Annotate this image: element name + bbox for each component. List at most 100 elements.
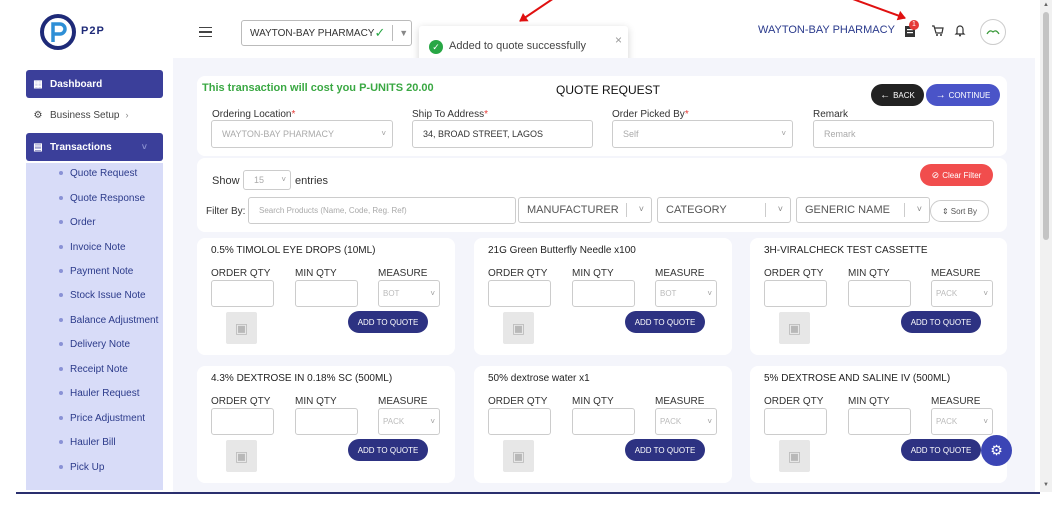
- submenu-item-price-adjustment[interactable]: Price Adjustment: [26, 408, 163, 428]
- bullet-icon: [59, 416, 63, 420]
- product-name: 50% dextrose water x1: [488, 373, 590, 384]
- min-qty-label: MIN QTY: [848, 396, 890, 407]
- sort-by-button[interactable]: ⇕ Sort By: [930, 200, 989, 222]
- submenu-item-delivery-note[interactable]: Delivery Note: [26, 334, 163, 354]
- order-qty-input[interactable]: [488, 408, 551, 435]
- submenu-item-order[interactable]: Order: [26, 212, 163, 232]
- chevron-down-icon: ˅: [430, 417, 435, 426]
- submenu-item-pick-up[interactable]: Pick Up: [26, 457, 163, 477]
- add-label: ADD TO QUOTE: [634, 317, 696, 327]
- category-select[interactable]: CATEGORY ˅: [657, 197, 791, 223]
- measure-label: MEASURE: [378, 396, 428, 407]
- bullet-icon: [59, 440, 63, 444]
- store-select[interactable]: WAYTON-BAY PHARMACY ✓ ▼: [241, 20, 412, 46]
- remark-input[interactable]: Remark: [813, 120, 994, 148]
- chevron-down-icon: ˅: [983, 289, 988, 298]
- min-qty-input[interactable]: [572, 408, 635, 435]
- submenu-item-hauler-request[interactable]: Hauler Request: [26, 383, 163, 403]
- submenu-item-hauler-bill[interactable]: Hauler Bill: [26, 432, 163, 452]
- select-value: WAYTON-BAY PHARMACY: [222, 129, 335, 139]
- menu-icon[interactable]: [199, 27, 212, 37]
- submenu-item-quote-request[interactable]: Quote Request: [26, 163, 163, 183]
- add-to-quote-button[interactable]: ADD TO QUOTE: [348, 439, 428, 461]
- add-to-quote-button[interactable]: ADD TO QUOTE: [625, 439, 705, 461]
- settings-fab[interactable]: ⚙: [981, 435, 1012, 466]
- submenu-item-invoice-note[interactable]: Invoice Note: [26, 237, 163, 257]
- measure-label: MEASURE: [378, 268, 428, 279]
- measure-select[interactable]: BOT ˅: [655, 280, 717, 307]
- min-qty-input[interactable]: [295, 408, 358, 435]
- field-label-text: Ordering Location: [212, 109, 292, 120]
- submenu-item-receipt-note[interactable]: Receipt Note: [26, 359, 163, 379]
- ship-to-label: Ship To Address*: [412, 109, 488, 120]
- min-qty-input[interactable]: [848, 280, 911, 307]
- clear-filter-button[interactable]: ⊘ Clear Filter: [920, 164, 993, 186]
- select-value: MANUFACTURER: [527, 204, 619, 216]
- bullet-icon: [59, 171, 63, 175]
- measure-select[interactable]: PACK ˅: [378, 408, 440, 435]
- avatar[interactable]: [980, 19, 1006, 45]
- sort-label: Sort By: [950, 206, 977, 216]
- scrollbar-thumb[interactable]: [1043, 12, 1049, 240]
- select-value: BOT: [383, 289, 400, 298]
- sidebar-item-transactions[interactable]: ▤ Transactions ˅: [26, 133, 163, 161]
- min-qty-input[interactable]: [572, 280, 635, 307]
- min-qty-input[interactable]: [848, 408, 911, 435]
- add-to-quote-button[interactable]: ADD TO QUOTE: [901, 311, 981, 333]
- submenu-label: Stock Issue Note: [70, 289, 146, 301]
- generic-name-select[interactable]: GENERIC NAME ˅: [796, 197, 930, 223]
- picked-by-select[interactable]: Self ˅: [612, 120, 793, 148]
- order-qty-input[interactable]: [764, 408, 827, 435]
- continue-button[interactable]: → CONTINUE: [926, 84, 1000, 106]
- measure-select[interactable]: PACK ˅: [931, 280, 993, 307]
- add-to-quote-button[interactable]: ADD TO QUOTE: [348, 311, 428, 333]
- order-qty-input[interactable]: [488, 280, 551, 307]
- ordering-location-select[interactable]: WAYTON-BAY PHARMACY ˅: [211, 120, 393, 148]
- bullet-icon: [59, 465, 63, 469]
- measure-select[interactable]: PACK ˅: [931, 408, 993, 435]
- ship-to-input[interactable]: 34, BROAD STREET, LAGOS: [412, 120, 593, 148]
- min-qty-input[interactable]: [295, 280, 358, 307]
- close-icon[interactable]: ×: [615, 33, 622, 47]
- add-to-quote-button[interactable]: ADD TO QUOTE: [901, 439, 981, 461]
- chevron-down-icon: ˅: [777, 204, 783, 214]
- submenu-label: Delivery Note: [70, 338, 131, 350]
- sidebar-item-dashboard[interactable]: ▦ Dashboard: [26, 70, 163, 98]
- required-marker: *: [484, 109, 488, 120]
- order-qty-input[interactable]: [211, 280, 274, 307]
- org-name[interactable]: WAYTON-BAY PHARMACY: [758, 24, 895, 36]
- sidebar-item-business-setup[interactable]: ⚙ Business Setup ›: [26, 101, 163, 129]
- select-value: PACK: [660, 417, 682, 426]
- chevron-down-icon[interactable]: ▼: [396, 28, 411, 38]
- select-value: PACK: [936, 417, 958, 426]
- sort-icon: ⇕: [942, 206, 949, 216]
- submenu-label: Quote Response: [70, 192, 146, 204]
- cart-icon[interactable]: [930, 24, 944, 38]
- order-qty-label: ORDER QTY: [764, 268, 824, 279]
- measure-select[interactable]: BOT ˅: [378, 280, 440, 307]
- submenu-label: Receipt Note: [70, 363, 128, 375]
- submenu-item-quote-response[interactable]: Quote Response: [26, 188, 163, 208]
- order-qty-input[interactable]: [764, 280, 827, 307]
- product-name: 3H-VIRALCHECK TEST CASSETTE: [764, 245, 928, 256]
- submenu-item-payment-note[interactable]: Payment Note: [26, 261, 163, 281]
- order-qty-input[interactable]: [211, 408, 274, 435]
- logo-text: P2P: [81, 25, 105, 37]
- manufacturer-select[interactable]: MANUFACTURER ˅: [518, 197, 652, 223]
- bell-icon[interactable]: [953, 24, 967, 38]
- submenu-item-balance-adjustment[interactable]: Balance Adjustment: [26, 310, 163, 330]
- add-to-quote-button[interactable]: ADD TO QUOTE: [625, 311, 705, 333]
- back-button[interactable]: ← BACK: [871, 84, 924, 106]
- product-card: 3H-VIRALCHECK TEST CASSETTE ORDER QTY MI…: [750, 238, 1007, 355]
- document-icon: ▤: [33, 141, 43, 153]
- product-search-input[interactable]: Search Products (Name, Code, Reg. Ref): [248, 197, 516, 224]
- scroll-up-icon[interactable]: ▲: [1043, 2, 1049, 8]
- page-title: QUOTE REQUEST: [556, 83, 661, 97]
- submenu-item-stock-issue-note[interactable]: Stock Issue Note: [26, 285, 163, 305]
- measure-select[interactable]: PACK ˅: [655, 408, 717, 435]
- scroll-down-icon[interactable]: ▼: [1043, 482, 1049, 488]
- entries-select[interactable]: 15 ˅: [243, 170, 291, 190]
- p2p-logo-icon[interactable]: [40, 14, 76, 50]
- add-label: ADD TO QUOTE: [910, 445, 972, 455]
- chevron-down-icon: ˅: [916, 204, 922, 214]
